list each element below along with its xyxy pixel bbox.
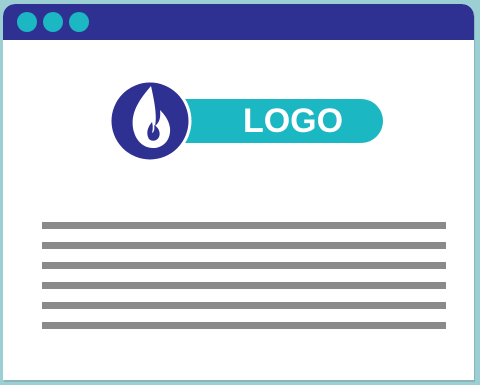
window-titlebar bbox=[3, 4, 474, 40]
text-line-placeholder bbox=[42, 322, 446, 329]
text-line-placeholder bbox=[42, 262, 446, 269]
logo-text: LOGO bbox=[242, 102, 344, 140]
text-placeholder-lines bbox=[42, 222, 446, 342]
window-control-dot-1[interactable] bbox=[17, 12, 37, 32]
logo-pill: LOGO bbox=[163, 99, 383, 143]
flame-icon bbox=[108, 79, 192, 163]
text-line-placeholder bbox=[42, 302, 446, 309]
text-line-placeholder bbox=[42, 282, 446, 289]
browser-window: LOGO bbox=[3, 4, 474, 380]
text-line-placeholder bbox=[42, 222, 446, 229]
site-logo[interactable]: LOGO bbox=[107, 78, 383, 164]
text-line-placeholder bbox=[42, 242, 446, 249]
window-control-dot-3[interactable] bbox=[69, 12, 89, 32]
window-control-dot-2[interactable] bbox=[43, 12, 63, 32]
